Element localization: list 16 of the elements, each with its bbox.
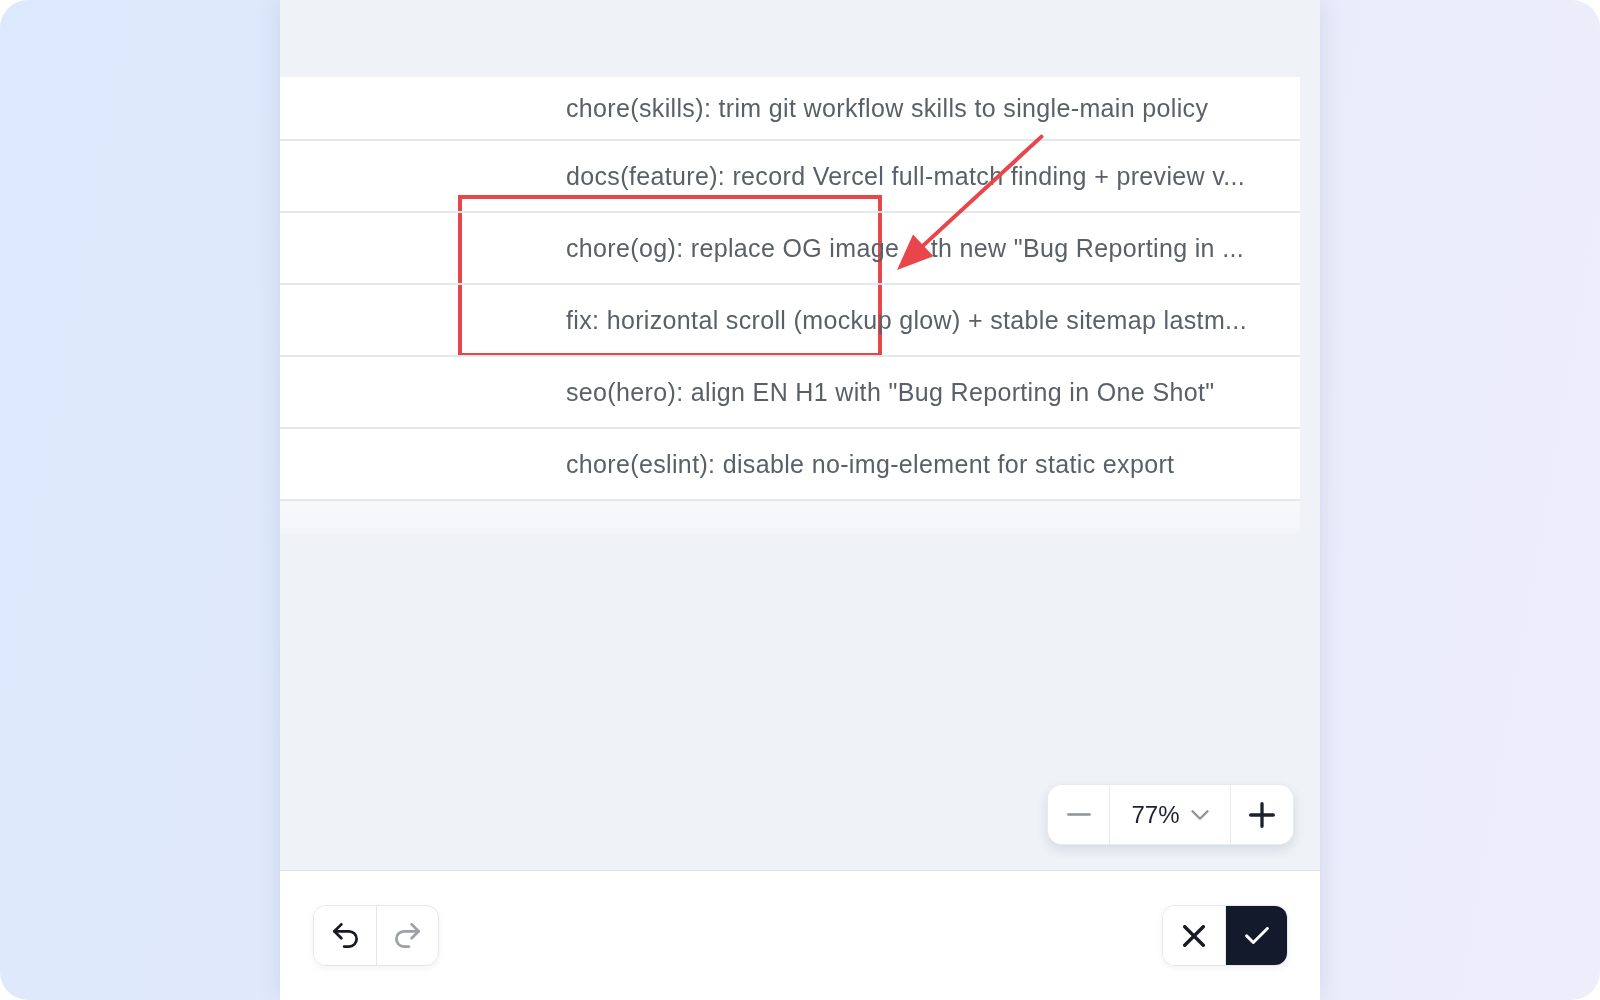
cancel-button[interactable] [1163,906,1225,965]
minus-icon [1066,813,1091,816]
close-icon [1183,924,1205,947]
chevron-down-icon [1190,809,1209,820]
commit-message: chore(skills): trim git workflow skills to single-main policy [566,93,1209,123]
undo-button[interactable] [314,906,376,965]
check-icon [1244,927,1269,944]
plus-icon [1249,801,1275,828]
commit-message: th new "Bug Reporting in ... [930,233,1245,263]
zoom-level-dropdown[interactable]: 77% [1110,785,1230,844]
undo-icon [332,923,358,948]
commit-message: chore(eslint): disable no-img-element for static export [566,449,1175,479]
commit-message: seo(hero): align EN H1 with "Bug Reporting in One Shot" [566,377,1215,407]
confirm-button[interactable] [1225,906,1287,965]
redo-icon [395,923,420,948]
zoom-in-button[interactable] [1230,785,1293,844]
